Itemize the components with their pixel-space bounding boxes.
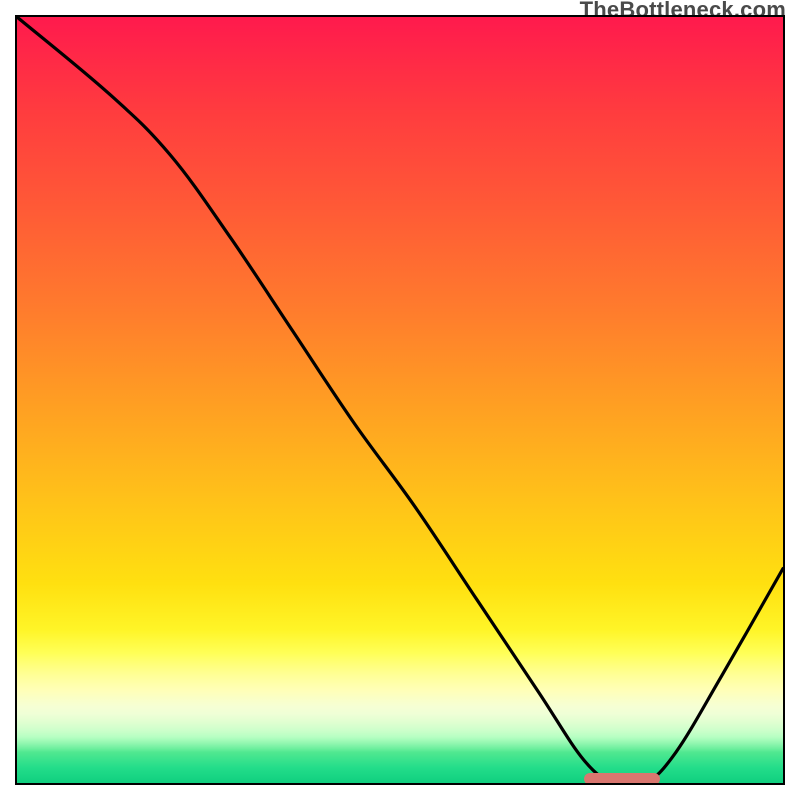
chart-frame: TheBottleneck.com	[0, 0, 800, 800]
optimum-range-marker	[584, 773, 661, 785]
bottleneck-curve-path	[17, 17, 783, 783]
bottleneck-curve	[17, 17, 783, 783]
plot-area	[15, 15, 785, 785]
